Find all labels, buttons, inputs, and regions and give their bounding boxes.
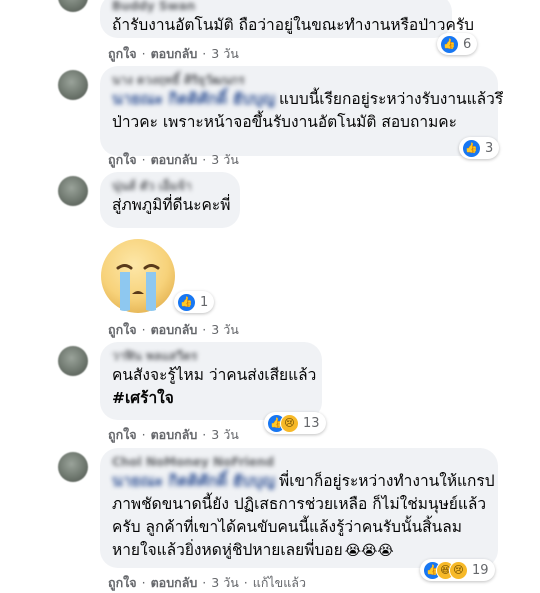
commenter-name[interactable]: วาฬิน พลแสวีดร (112, 348, 310, 364)
comment-actions: ถูกใจ · ตอบกลับ · 3 วัน (108, 46, 239, 61)
comment-bubble: Chol NoMoney NoFriend นายณะ กิตติศักดิ์ … (100, 448, 498, 568)
tagged-user[interactable]: นายณะ กิตติศักดิ์ ฮับบุญ (112, 470, 275, 493)
avatar[interactable] (58, 452, 88, 482)
reaction-summary[interactable]: 👍 3 (459, 137, 500, 159)
comment-actions: ถูกใจ · ตอบกลับ · 3 วัน · แก้ไขแล้ว (108, 575, 306, 590)
reaction-count: 1 (200, 294, 209, 310)
reply-link[interactable]: ตอบกลับ (151, 46, 198, 61)
comment-line: สู่ภพภูมิที่ดีนะคะพี่ (112, 196, 231, 214)
commenter-name[interactable]: Buddy Swan (112, 0, 440, 12)
avatar[interactable] (58, 346, 88, 376)
reaction-summary[interactable]: 👍 😆 😢 19 (420, 559, 495, 581)
comment-line: ถ้ารับงานอัตโนมัติ ถือว่าอยู่ในขณะทำงานห… (112, 16, 475, 34)
comment-text: สู่ภพภูมิที่ดีนะคะพี่ (112, 194, 231, 217)
comment-line: นายณะ กิตติศักดิ์ ฮับบุญ พี่เขาก็อยู่ระหว… (112, 470, 495, 493)
comment-line: ครับ ลูกค้าที่เขาได้คนขับคนนี้แล้งรู้ว่า… (112, 518, 462, 536)
crying-face-sticker (101, 239, 175, 313)
comment-text: นายณะ กิตติศักดิ์ ฮับบุญ พี่เขาก็อยู่ระหว… (112, 470, 495, 563)
reaction-count: 6 (463, 36, 472, 52)
commenter-name[interactable]: นาง ดวงฤทธิ์ ศิริยุวัฒนกร (112, 72, 486, 88)
comment-actions: ถูกใจ · ตอบกลับ · 3 วัน (108, 427, 239, 442)
avatar[interactable] (58, 0, 88, 12)
comment-text: คนสังจะรู้ไหม ว่าคนส่งเสียแล้ว #เศร้าใจ (112, 364, 317, 410)
timestamp[interactable]: 3 วัน (211, 46, 239, 61)
sad-icon: 😢 (280, 413, 299, 433)
comment-line: นายณะ กิตติศักดิ์ ฮับบุญ แบบนี้เรียกอยู่ร… (112, 88, 503, 111)
reply-link[interactable]: ตอบกลับ (151, 322, 198, 337)
reply-link[interactable]: ตอบกลับ (151, 427, 198, 442)
like-icon: 👍 (462, 138, 481, 158)
comment-actions: ถูกใจ · ตอบกลับ · 3 วัน (108, 322, 239, 337)
like-icon: 👍 (177, 292, 196, 312)
reaction-count: 3 (485, 140, 494, 156)
like-link[interactable]: ถูกใจ (108, 427, 137, 442)
comment-bubble: Buddy Swan ถ้ารับงานอัตโนมัติ ถือว่าอยู่… (100, 0, 475, 38)
comment-text: นายณะ กิตติศักดิ์ ฮับบุญ แบบนี้เรียกอยู่ร… (112, 88, 503, 134)
reaction-summary[interactable]: 👍 😢 13 (264, 412, 326, 434)
timestamp[interactable]: 3 วัน (211, 152, 239, 167)
reply-link[interactable]: ตอบกลับ (151, 152, 198, 167)
comment-text: ถ้ารับงานอัตโนมัติ ถือว่าอยู่ในขณะทำงานห… (112, 14, 475, 37)
reaction-summary[interactable]: 👍 6 (437, 33, 478, 55)
commenter-name[interactable]: Chol NoMoney NoFriend (112, 454, 486, 470)
reaction-summary[interactable]: 👍 1 (174, 291, 215, 313)
comment-line: ป่าวคะ เพราะหน้าจอขึ้นรับงานอัตโนมัติ สอ… (112, 113, 457, 131)
commenter-name[interactable]: นุ่นส์ ตัว เอ็มจ้า (112, 178, 228, 194)
tagged-user[interactable]: นายณะ กิตติศักดิ์ ฮับบุญ (112, 88, 275, 111)
crying-emoji-icon: 😭😭😭 (344, 543, 394, 559)
like-link[interactable]: ถูกใจ (108, 46, 137, 61)
reply-link[interactable]: ตอบกลับ (151, 575, 198, 590)
sad-icon: 😢 (449, 560, 468, 580)
reaction-count: 19 (472, 562, 489, 578)
comment-bubble: วาฬิน พลแสวีดร คนสังจะรู้ไหม ว่าคนส่งเสี… (100, 342, 322, 420)
hashtag-link[interactable]: #เศร้าใจ (112, 387, 310, 410)
avatar[interactable] (58, 70, 88, 100)
like-link[interactable]: ถูกใจ (108, 322, 137, 337)
like-link[interactable]: ถูกใจ (108, 575, 137, 590)
comment-line: คนสังจะรู้ไหม ว่าคนส่งเสียแล้ว (112, 366, 317, 384)
reaction-count: 13 (303, 415, 320, 431)
comment-actions: ถูกใจ · ตอบกลับ · 3 วัน (108, 152, 239, 167)
like-link[interactable]: ถูกใจ (108, 152, 137, 167)
edited-label: แก้ไขแล้ว (252, 575, 306, 590)
comment-bubble: นาง ดวงฤทธิ์ ศิริยุวัฒนกร นายณะ กิตติศัก… (100, 66, 503, 156)
avatar[interactable] (58, 176, 88, 206)
timestamp[interactable]: 3 วัน (211, 427, 239, 442)
like-icon: 👍 (440, 34, 459, 54)
timestamp[interactable]: 3 วัน (211, 322, 239, 337)
timestamp[interactable]: 3 วัน (211, 575, 239, 590)
comment-line: ภาพชัดขนาดนี้ยัง ปฏิเสธการช่วยเหลือ ก็ไม… (112, 495, 487, 513)
comment-bubble: นุ่นส์ ตัว เอ็มจ้า สู่ภพภูมิที่ดีนะคะพี่ (100, 172, 240, 228)
